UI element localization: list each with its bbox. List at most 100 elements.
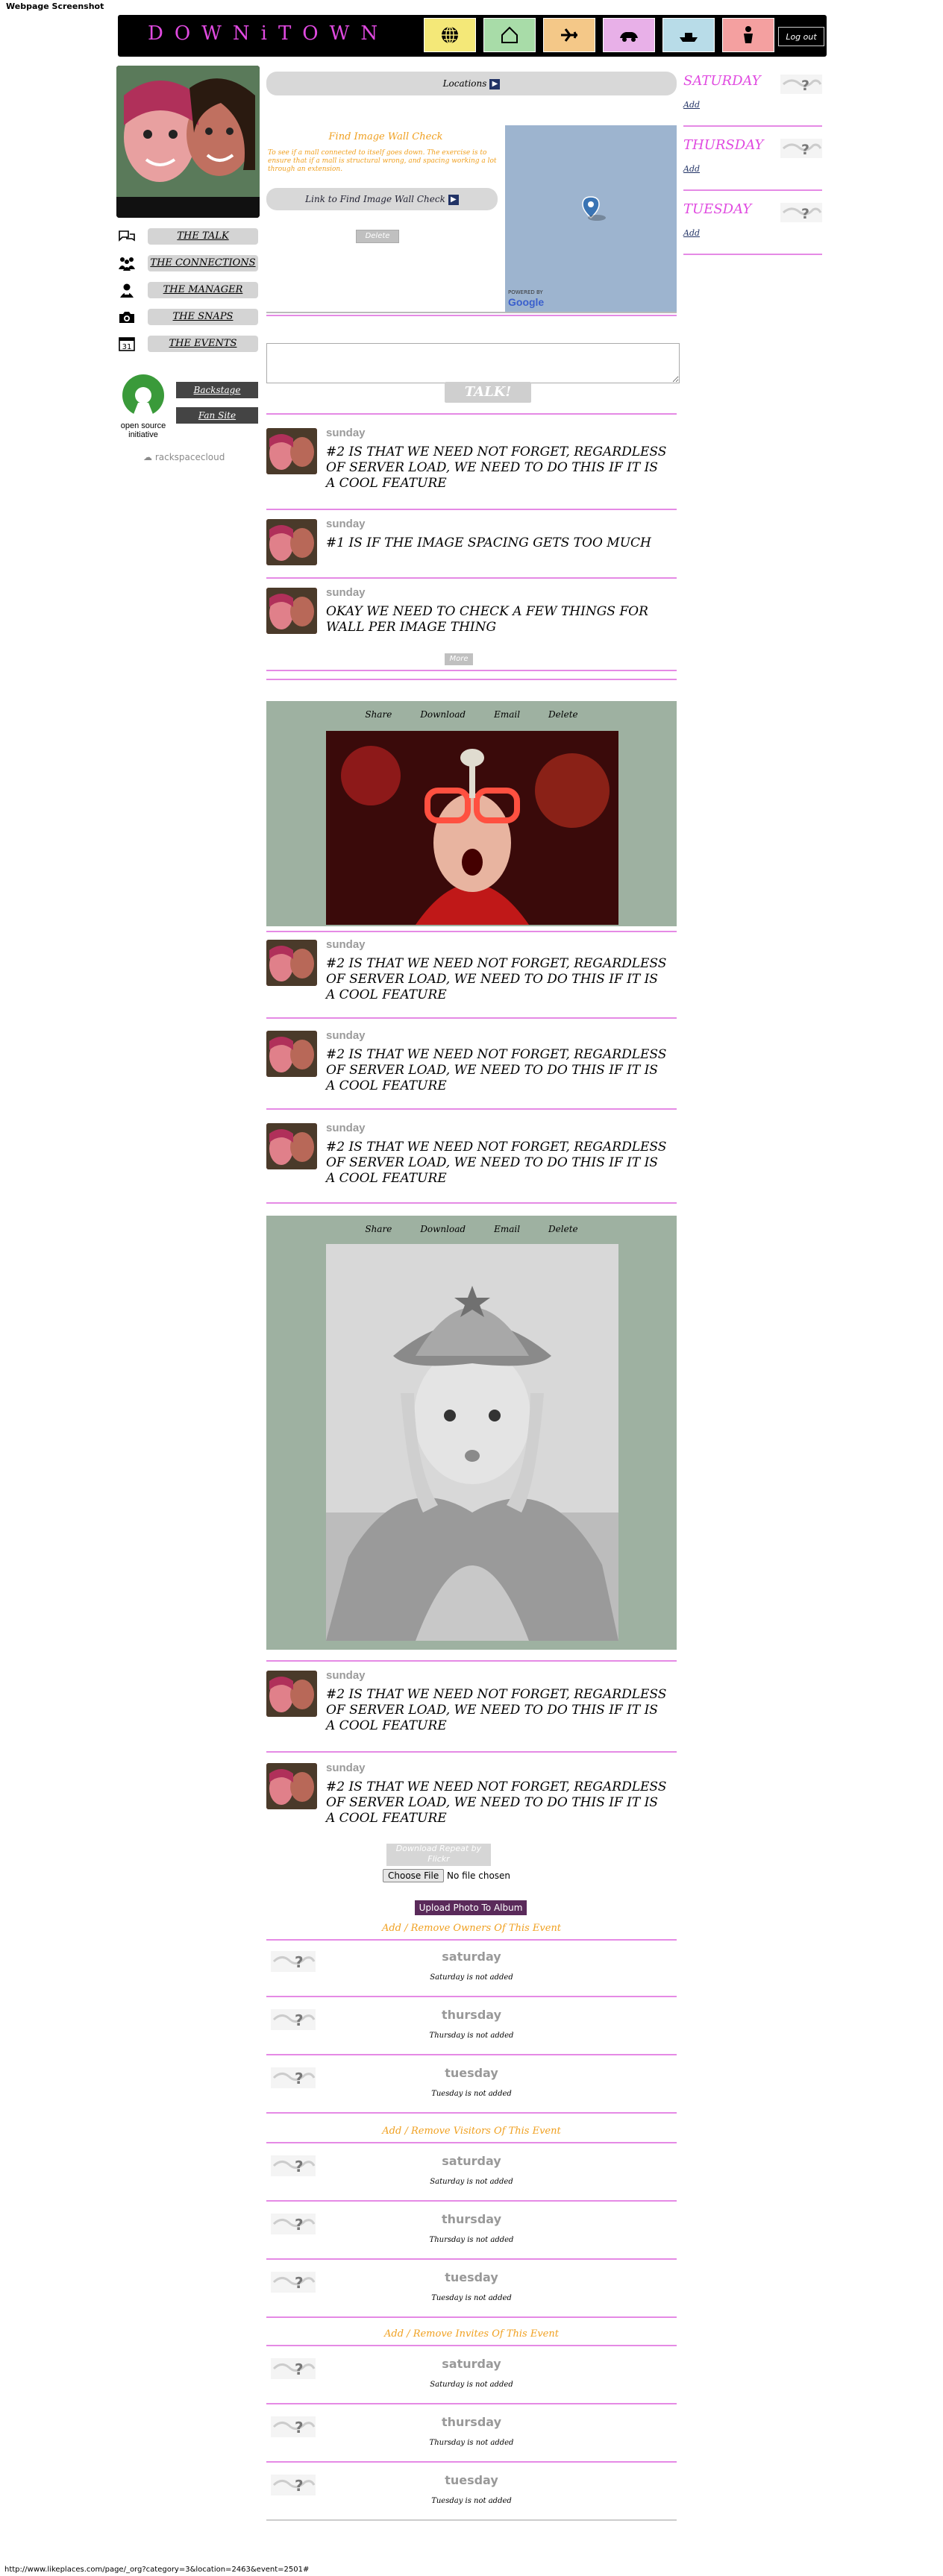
rackspace-logo[interactable]: ☁ rackspacecloud: [143, 452, 225, 462]
divider: [266, 2345, 677, 2346]
avatar[interactable]: [266, 428, 317, 474]
logout-button[interactable]: Log out: [778, 27, 824, 46]
boat-icon: [680, 33, 698, 42]
nav-boat-button[interactable]: [662, 18, 715, 52]
nav-globe-button[interactable]: [424, 18, 476, 52]
post-text: #2 is that we need not forget, regardles…: [326, 1047, 667, 1093]
find-box-link[interactable]: Link to Find Image Wall Check ▶: [266, 188, 498, 210]
menu-label[interactable]: THE CONNECTIONS: [148, 255, 258, 271]
menu-label[interactable]: THE TALK: [148, 228, 258, 245]
right-day-title: SATURDAY: [683, 73, 761, 89]
share-link[interactable]: Share: [365, 1224, 392, 1234]
page-caption: Webpage Screenshot: [6, 1, 104, 11]
nav-car-button[interactable]: [603, 18, 655, 52]
event-row-day: tuesday: [445, 2066, 498, 2080]
photo-actions: Share Download Email Delete: [266, 1216, 677, 1243]
delete-button[interactable]: Delete: [356, 230, 399, 243]
avatar[interactable]: [266, 1123, 317, 1169]
upload-photo-button[interactable]: Upload Photo To Album: [415, 1900, 527, 1915]
download-link[interactable]: Download: [420, 709, 466, 720]
divider: [266, 1017, 677, 1019]
backstage-button[interactable]: Backstage: [176, 382, 258, 398]
divider: [266, 577, 677, 579]
section-title-owners: Add / Remove Owners Of This Event: [381, 1923, 562, 1934]
divider: [266, 509, 677, 510]
post-item: sunday #2 is that we need not forget, re…: [266, 935, 677, 1017]
menu-item-manager[interactable]: THE MANAGER: [116, 280, 260, 300]
right-day-add-link[interactable]: Add: [683, 228, 700, 238]
divider: [266, 315, 677, 316]
arrow-right-icon: ▶: [489, 78, 501, 89]
profile-photo[interactable]: [116, 66, 260, 218]
event-row-day: saturday: [442, 2357, 501, 2371]
event-row-status: Saturday is not added: [430, 2381, 513, 2389]
event-row-day: saturday: [442, 2154, 501, 2168]
svg-text:?: ?: [801, 206, 809, 222]
photo-posted-button[interactable]: Download Repeat by Flickr: [386, 1844, 491, 1866]
globe-icon: [442, 26, 458, 44]
menu-label[interactable]: THE SNAPS: [148, 309, 258, 325]
talk-button[interactable]: TALK!: [445, 382, 531, 403]
post-item: sunday #2 is that we need not forget, re…: [266, 1026, 677, 1108]
menu-item-snaps[interactable]: THE SNAPS: [116, 307, 260, 327]
divider: [266, 1751, 677, 1753]
menu-label[interactable]: THE MANAGER: [148, 282, 258, 298]
photo-card: Share Download Email Delete: [266, 701, 677, 926]
osi-logo[interactable]: open source initiative: [115, 373, 172, 440]
divider: [266, 670, 677, 671]
avatar[interactable]: [266, 588, 317, 634]
unknown-map-icon[interactable]: ?: [780, 203, 822, 222]
nav-person-button[interactable]: [722, 18, 774, 52]
event-row-status: Tuesday is not added: [431, 2294, 512, 2302]
map[interactable]: POWERED BY Google: [505, 125, 677, 312]
right-day-add-link[interactable]: Add: [683, 164, 700, 174]
avatar[interactable]: [266, 519, 317, 565]
osi-line2: initiative: [128, 430, 158, 439]
connections-icon: [119, 257, 135, 271]
event-row-day: thursday: [441, 2212, 502, 2226]
site-logo[interactable]: DOWNiTOWN: [148, 22, 389, 45]
delete-link[interactable]: Delete: [548, 709, 578, 720]
camera-icon: [119, 312, 134, 323]
email-link[interactable]: Email: [494, 709, 520, 720]
event-row-day: thursday: [441, 2415, 502, 2429]
unknown-map-icon[interactable]: ?: [780, 75, 822, 94]
avatar[interactable]: [266, 1671, 317, 1717]
unknown-map-icon[interactable]: ?: [780, 139, 822, 158]
choose-file-button[interactable]: Choose File: [383, 1869, 445, 1882]
avatar[interactable]: [266, 1763, 317, 1809]
email-link[interactable]: Email: [494, 1224, 520, 1234]
photo-image[interactable]: [326, 1244, 618, 1641]
post-item: sunday #2 is that we need not forget, re…: [266, 1666, 677, 1748]
avatar[interactable]: [266, 940, 317, 986]
google-logo: Google: [508, 296, 544, 308]
calendar-icon-number: 31: [122, 343, 132, 351]
talk-input[interactable]: [266, 343, 680, 383]
right-day-title: TUESDAY: [683, 201, 752, 217]
airplane-icon: [561, 28, 577, 42]
download-link[interactable]: Download: [420, 1224, 466, 1234]
more-button[interactable]: More: [445, 653, 473, 665]
menu-item-talk[interactable]: THE TALK: [116, 227, 260, 246]
post-text: okay we need to check a few things for w…: [326, 604, 648, 635]
nav-travel-button[interactable]: [543, 18, 595, 52]
event-row-status: Saturday is not added: [430, 2178, 513, 2186]
share-link[interactable]: Share: [365, 709, 392, 720]
right-day-add-link[interactable]: Add: [683, 100, 700, 110]
locations-button[interactable]: Locations ▶: [266, 72, 677, 95]
avatar[interactable]: [266, 1031, 317, 1077]
menu-item-events[interactable]: 31 THE EVENTS: [116, 334, 260, 354]
menu-label[interactable]: THE EVENTS: [148, 336, 258, 352]
event-row-status: Thursday is not added: [429, 2236, 514, 2244]
delete-link[interactable]: Delete: [548, 1224, 578, 1234]
menu-item-connections[interactable]: THE CONNECTIONS: [116, 254, 260, 273]
file-input[interactable]: Choose File No file chosen: [383, 1869, 510, 1882]
event-row: ? thursday Thursday is not added: [266, 2000, 677, 2057]
osi-line1: open source: [121, 421, 166, 430]
section-title-visitors: Add / Remove Visitors Of This Event: [382, 2126, 561, 2137]
file-status: No file chosen: [447, 1870, 511, 1881]
map-powered-label: POWERED BY: [508, 289, 543, 295]
fan-site-button[interactable]: Fan Site: [176, 407, 258, 424]
photo-image[interactable]: [326, 731, 618, 925]
nav-home-button[interactable]: [483, 18, 536, 52]
